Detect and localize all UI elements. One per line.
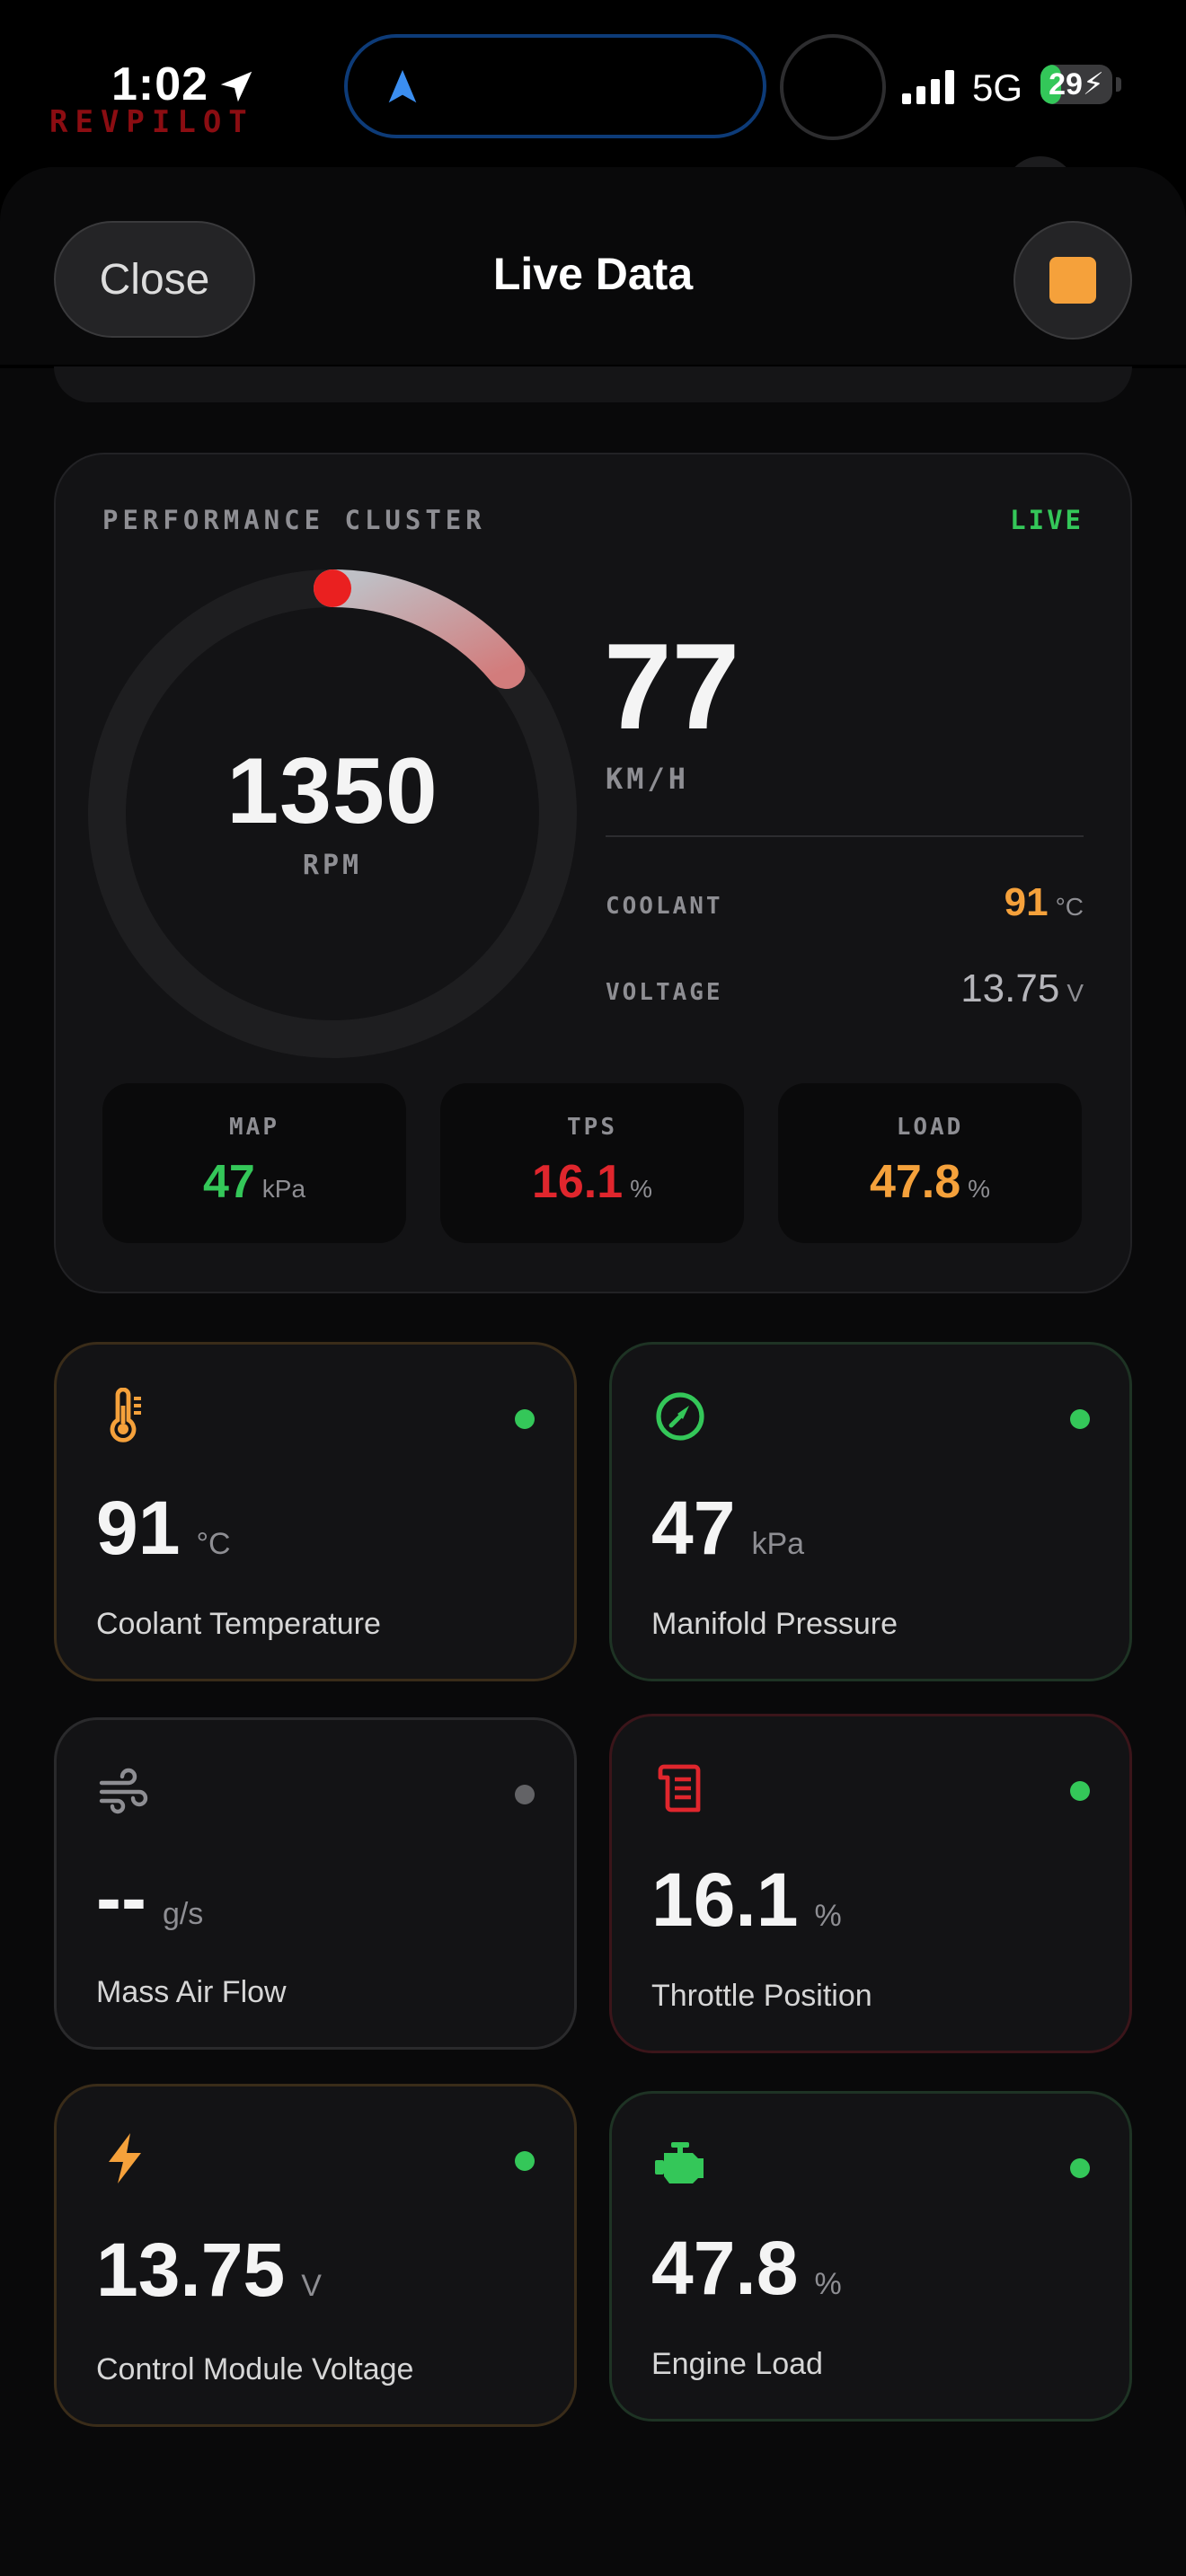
- card-value: -- g/s: [96, 1856, 204, 1940]
- status-dot: [515, 1785, 535, 1804]
- cluster-divider: [606, 835, 1084, 837]
- sheet-title: Live Data: [492, 249, 694, 299]
- card-label: Mass Air Flow: [96, 1975, 287, 2009]
- card-value: 16.1%: [651, 1857, 842, 1942]
- wind-icon: [99, 1768, 148, 1814]
- status-bar: 1:02 REVPILOT 5G 29⚡: [0, 0, 1186, 171]
- mass-air-flow-card[interactable]: -- g/s Mass Air Flow: [54, 1717, 577, 2050]
- coolant-temperature-card[interactable]: 91 °C Coolant Temperature: [54, 1342, 577, 1681]
- control-module-voltage-card[interactable]: 13.75 V Control Module Voltage: [54, 2084, 577, 2427]
- card-value: 91 °C: [96, 1486, 231, 1570]
- card-value: 47.8%: [651, 2226, 842, 2310]
- performance-cluster: PERFORMANCE CLUSTER LIVE 1350 RPM 77 KM/…: [54, 453, 1132, 1293]
- tps-value: 16.1%: [531, 1156, 653, 1208]
- voltage-stat-value: 13.75 V: [960, 966, 1084, 1010]
- status-dot: [1070, 2158, 1090, 2178]
- engine-icon: [655, 2142, 704, 2183]
- status-time: 1:02: [111, 58, 209, 110]
- status-dot: [1070, 1781, 1090, 1801]
- battery-percent: 29⚡: [1049, 67, 1104, 101]
- location-arrow-icon: [220, 71, 252, 102]
- map-value: 47 kPa: [202, 1156, 306, 1208]
- gauge-icon: [656, 1392, 704, 1441]
- speed-unit: KM/H: [606, 762, 690, 796]
- engine-load-card[interactable]: 47.8% Engine Load: [609, 2091, 1132, 2422]
- camera-cutout: [780, 34, 886, 140]
- coolant-stat-value: 91 °C: [1004, 880, 1084, 924]
- cellular-signal-icon: [902, 70, 956, 104]
- rpm-value: 1350: [226, 739, 438, 843]
- thermometer-icon: [110, 1388, 141, 1442]
- speed-value: 77: [604, 618, 740, 754]
- map-tile: MAP 47 kPa: [102, 1083, 406, 1243]
- status-dot: [515, 1409, 535, 1429]
- card-label: Manifold Pressure: [651, 1607, 898, 1641]
- live-badge: LIVE: [1010, 505, 1084, 535]
- card-value: 47 kPa: [651, 1486, 805, 1570]
- dynamic-island[interactable]: [344, 34, 766, 138]
- status-dot: [1070, 1409, 1090, 1429]
- load-label: LOAD: [896, 1114, 964, 1141]
- stop-button[interactable]: [1013, 221, 1132, 340]
- card-label: Throttle Position: [651, 1979, 872, 2013]
- throttle-position-card[interactable]: 16.1% Throttle Position: [609, 1714, 1132, 2053]
- gauge-start-marker: [314, 569, 351, 607]
- card-value: 13.75 V: [96, 2228, 322, 2312]
- throttle-icon: [658, 1764, 701, 1813]
- card-label: Engine Load: [651, 2347, 823, 2381]
- network-type: 5G: [972, 66, 1023, 109]
- coolant-stat: COOLANT 91 °C: [606, 880, 1084, 934]
- cluster-title: PERFORMANCE CLUSTER: [102, 505, 486, 535]
- map-label: MAP: [229, 1114, 279, 1141]
- rpm-unit: RPM: [302, 850, 363, 881]
- tps-label: TPS: [567, 1114, 617, 1141]
- gauge-progress-arc: [314, 569, 526, 690]
- manifold-pressure-card[interactable]: 47 kPa Manifold Pressure: [609, 1342, 1132, 1681]
- battery-nub: [1116, 77, 1121, 92]
- voltage-stat: VOLTAGE 13.75 V: [606, 966, 1084, 1020]
- bolt-icon: [109, 2133, 141, 2183]
- load-tile: LOAD 47.8%: [778, 1083, 1082, 1243]
- stop-icon: [1049, 257, 1096, 304]
- navigation-arrow-icon: [388, 69, 417, 103]
- battery-icon: 29⚡: [1040, 65, 1112, 104]
- status-dot: [515, 2151, 535, 2171]
- card-label: Control Module Voltage: [96, 2352, 414, 2386]
- voltage-label: VOLTAGE: [606, 979, 723, 1006]
- tps-tile: TPS 16.1%: [440, 1083, 744, 1243]
- coolant-label: COOLANT: [606, 893, 723, 920]
- scrolled-card-edge: [54, 366, 1132, 402]
- load-value: 47.8%: [869, 1156, 991, 1208]
- brand-logo: REVPILOT: [49, 104, 254, 140]
- card-label: Coolant Temperature: [96, 1607, 381, 1641]
- close-button[interactable]: Close: [54, 221, 255, 338]
